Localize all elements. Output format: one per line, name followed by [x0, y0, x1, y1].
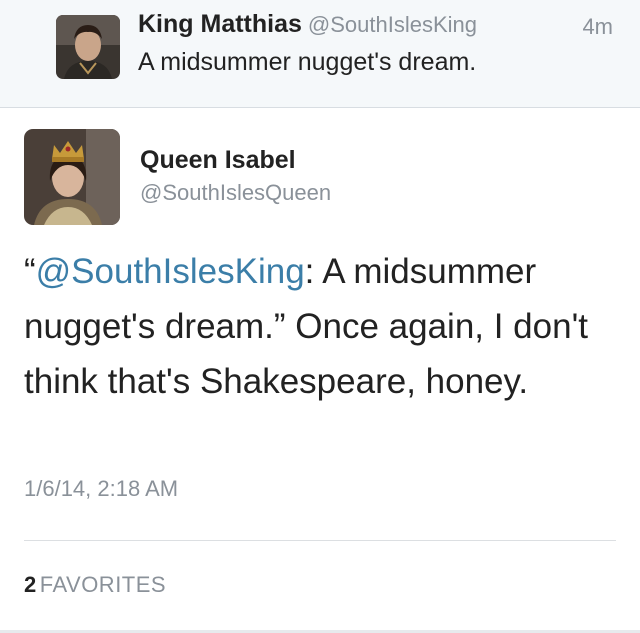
parent-tweet-time: 4m	[582, 14, 613, 39]
tweet-text: “@SouthIslesKing: A midsummer nugget's d…	[24, 244, 624, 409]
author-name[interactable]: Queen Isabel	[140, 146, 296, 175]
favorites-label: FAVORITES	[39, 572, 167, 597]
queen-isabel-avatar[interactable]	[24, 129, 120, 225]
king-matthias-avatar[interactable]	[56, 15, 120, 79]
divider	[24, 540, 616, 541]
avatar-portrait-icon	[56, 15, 120, 79]
parent-tweet-header: King Matthias @SouthIslesKing	[138, 10, 477, 39]
parent-tweet[interactable]: King Matthias @SouthIslesKing 4m A midsum…	[0, 0, 640, 108]
favorites-number: 2	[24, 572, 37, 597]
parent-author-handle[interactable]: @SouthIslesKing	[308, 12, 477, 37]
quote-open: “	[24, 252, 36, 291]
mention-link[interactable]: @SouthIslesKing	[36, 252, 305, 291]
parent-tweet-text: A midsummer nugget's dream.	[138, 48, 477, 76]
favorites-count[interactable]: 2 FAVORITES	[24, 572, 166, 598]
avatar-portrait-icon	[24, 129, 120, 225]
author-handle[interactable]: @SouthIslesQueen	[140, 180, 331, 206]
parent-author-name[interactable]: King Matthias	[138, 10, 302, 38]
tweet-timestamp: 1/6/14, 2:18 AM	[24, 476, 179, 501]
